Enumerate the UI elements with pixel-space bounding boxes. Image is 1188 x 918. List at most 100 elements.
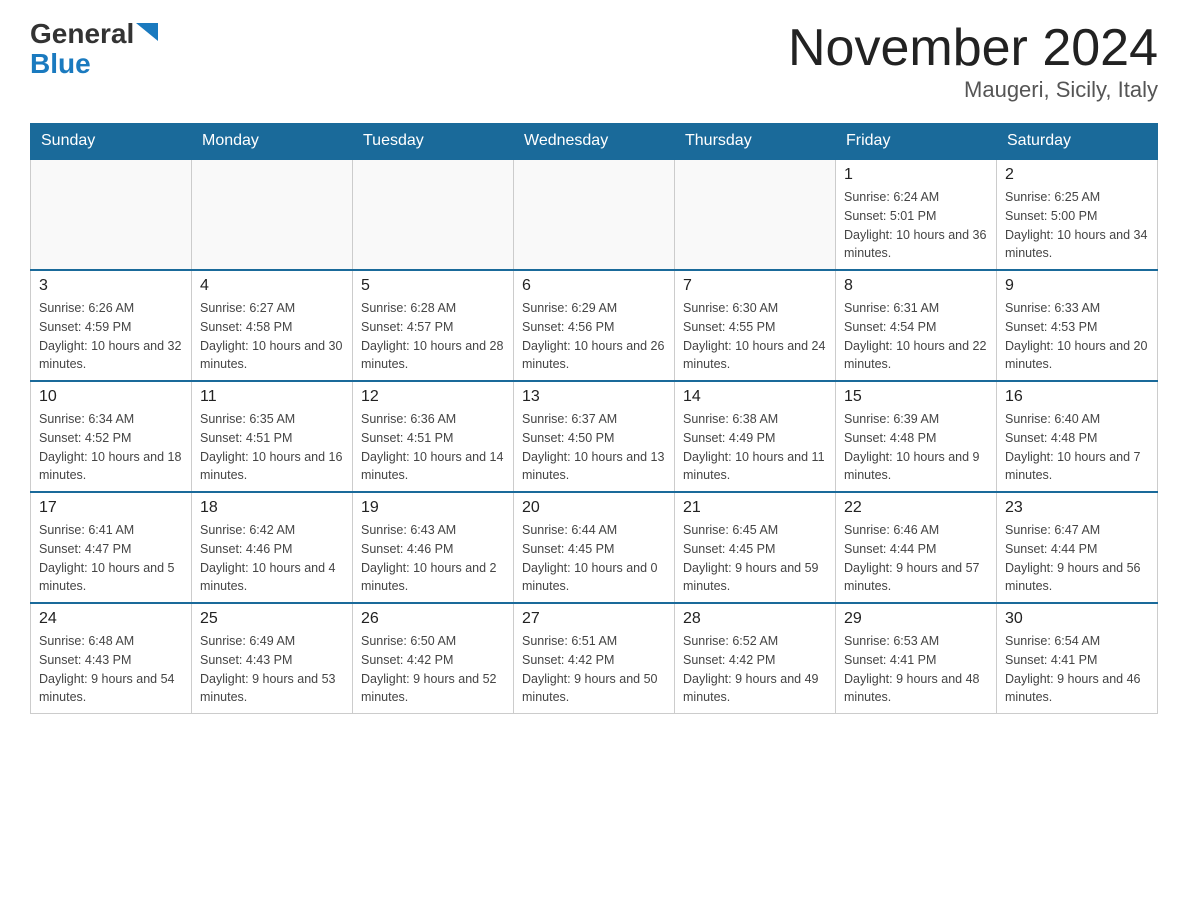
calendar-cell — [675, 159, 836, 270]
day-number: 17 — [39, 499, 183, 517]
calendar-cell: 21 Sunrise: 6:45 AM Sunset: 4:45 PM Dayli… — [675, 492, 836, 603]
calendar-cell: 18 Sunrise: 6:42 AM Sunset: 4:46 PM Dayli… — [192, 492, 353, 603]
day-info: Sunrise: 6:54 AM Sunset: 4:41 PM Dayligh… — [1005, 632, 1149, 707]
calendar-cell: 8 Sunrise: 6:31 AM Sunset: 4:54 PM Daylig… — [836, 270, 997, 381]
day-number: 9 — [1005, 277, 1149, 295]
calendar-cell: 20Sunrise: 6:44 AM Sunset: 4:45 PM Dayli… — [514, 492, 675, 603]
calendar-cell: 10Sunrise: 6:34 AM Sunset: 4:52 PM Dayli… — [31, 381, 192, 492]
day-number: 16 — [1005, 388, 1149, 406]
week-row-4: 17 Sunrise: 6:41 AM Sunset: 4:47 PM Dayli… — [31, 492, 1158, 603]
calendar-cell: 13 Sunrise: 6:37 AM Sunset: 4:50 PM Dayli… — [514, 381, 675, 492]
day-info: Sunrise: 6:40 AM Sunset: 4:48 PM Dayligh… — [1005, 410, 1149, 485]
day-info: Sunrise: 6:25 AM Sunset: 5:00 PM Dayligh… — [1005, 188, 1149, 263]
day-info: Sunrise: 6:31 AM Sunset: 4:54 PM Dayligh… — [844, 299, 988, 374]
day-info: Sunrise: 6:28 AM Sunset: 4:57 PM Dayligh… — [361, 299, 505, 374]
calendar-cell: 1 Sunrise: 6:24 AM Sunset: 5:01 PM Daylig… — [836, 159, 997, 270]
calendar-cell — [514, 159, 675, 270]
calendar-cell: 4 Sunrise: 6:27 AM Sunset: 4:58 PM Daylig… — [192, 270, 353, 381]
calendar-cell: 14 Sunrise: 6:38 AM Sunset: 4:49 PM Dayli… — [675, 381, 836, 492]
day-number: 12 — [361, 388, 505, 406]
calendar-cell: 27Sunrise: 6:51 AM Sunset: 4:42 PM Dayli… — [514, 603, 675, 714]
calendar-cell: 7Sunrise: 6:30 AM Sunset: 4:55 PM Daylig… — [675, 270, 836, 381]
day-info: Sunrise: 6:49 AM Sunset: 4:43 PM Dayligh… — [200, 632, 344, 707]
day-info: Sunrise: 6:41 AM Sunset: 4:47 PM Dayligh… — [39, 521, 183, 596]
day-info: Sunrise: 6:37 AM Sunset: 4:50 PM Dayligh… — [522, 410, 666, 485]
day-number: 25 — [200, 610, 344, 628]
calendar-cell — [192, 159, 353, 270]
week-row-5: 24 Sunrise: 6:48 AM Sunset: 4:43 PM Dayli… — [31, 603, 1158, 714]
title-block: November 2024 Maugeri, Sicily, Italy — [788, 20, 1158, 103]
header-cell-friday: Friday — [836, 124, 997, 160]
day-number: 22 — [844, 499, 988, 517]
header-cell-monday: Monday — [192, 124, 353, 160]
calendar-cell: 19Sunrise: 6:43 AM Sunset: 4:46 PM Dayli… — [353, 492, 514, 603]
day-info: Sunrise: 6:29 AM Sunset: 4:56 PM Dayligh… — [522, 299, 666, 374]
calendar-cell: 5 Sunrise: 6:28 AM Sunset: 4:57 PM Daylig… — [353, 270, 514, 381]
calendar-cell: 6 Sunrise: 6:29 AM Sunset: 4:56 PM Daylig… — [514, 270, 675, 381]
calendar-title: November 2024 — [788, 20, 1158, 77]
calendar-cell: 17 Sunrise: 6:41 AM Sunset: 4:47 PM Dayli… — [31, 492, 192, 603]
week-row-2: 3Sunrise: 6:26 AM Sunset: 4:59 PM Daylig… — [31, 270, 1158, 381]
calendar-cell: 28Sunrise: 6:52 AM Sunset: 4:42 PM Dayli… — [675, 603, 836, 714]
day-number: 21 — [683, 499, 827, 517]
day-number: 6 — [522, 277, 666, 295]
day-number: 19 — [361, 499, 505, 517]
calendar-cell: 22 Sunrise: 6:46 AM Sunset: 4:44 PM Dayli… — [836, 492, 997, 603]
calendar-cell: 29 Sunrise: 6:53 AM Sunset: 4:41 PM Dayli… — [836, 603, 997, 714]
day-info: Sunrise: 6:38 AM Sunset: 4:49 PM Dayligh… — [683, 410, 827, 485]
calendar-cell — [353, 159, 514, 270]
day-info: Sunrise: 6:36 AM Sunset: 4:51 PM Dayligh… — [361, 410, 505, 485]
header-cell-thursday: Thursday — [675, 124, 836, 160]
calendar-cell — [31, 159, 192, 270]
calendar-body: 1 Sunrise: 6:24 AM Sunset: 5:01 PM Daylig… — [31, 159, 1158, 714]
calendar-subtitle: Maugeri, Sicily, Italy — [788, 77, 1158, 103]
day-number: 5 — [361, 277, 505, 295]
day-number: 28 — [683, 610, 827, 628]
day-info: Sunrise: 6:30 AM Sunset: 4:55 PM Dayligh… — [683, 299, 827, 374]
day-info: Sunrise: 6:50 AM Sunset: 4:42 PM Dayligh… — [361, 632, 505, 707]
day-number: 1 — [844, 166, 988, 184]
day-info: Sunrise: 6:53 AM Sunset: 4:41 PM Dayligh… — [844, 632, 988, 707]
calendar-header: SundayMondayTuesdayWednesdayThursdayFrid… — [31, 124, 1158, 160]
logo-triangle-icon — [136, 23, 158, 41]
calendar-cell: 16 Sunrise: 6:40 AM Sunset: 4:48 PM Dayli… — [997, 381, 1158, 492]
day-number: 8 — [844, 277, 988, 295]
calendar-table: SundayMondayTuesdayWednesdayThursdayFrid… — [30, 123, 1158, 714]
day-number: 14 — [683, 388, 827, 406]
day-info: Sunrise: 6:44 AM Sunset: 4:45 PM Dayligh… — [522, 521, 666, 596]
day-number: 13 — [522, 388, 666, 406]
day-info: Sunrise: 6:24 AM Sunset: 5:01 PM Dayligh… — [844, 188, 988, 263]
day-number: 30 — [1005, 610, 1149, 628]
day-number: 24 — [39, 610, 183, 628]
logo-blue: Blue — [30, 48, 91, 80]
calendar-cell: 23Sunrise: 6:47 AM Sunset: 4:44 PM Dayli… — [997, 492, 1158, 603]
calendar-cell: 3Sunrise: 6:26 AM Sunset: 4:59 PM Daylig… — [31, 270, 192, 381]
calendar-cell: 9 Sunrise: 6:33 AM Sunset: 4:53 PM Daylig… — [997, 270, 1158, 381]
day-number: 26 — [361, 610, 505, 628]
logo-general: General — [30, 20, 134, 48]
calendar-cell: 26 Sunrise: 6:50 AM Sunset: 4:42 PM Dayli… — [353, 603, 514, 714]
day-number: 10 — [39, 388, 183, 406]
day-info: Sunrise: 6:45 AM Sunset: 4:45 PM Dayligh… — [683, 521, 827, 596]
page-header: General Blue November 2024 Maugeri, Sici… — [30, 20, 1158, 103]
day-info: Sunrise: 6:35 AM Sunset: 4:51 PM Dayligh… — [200, 410, 344, 485]
day-number: 27 — [522, 610, 666, 628]
day-info: Sunrise: 6:46 AM Sunset: 4:44 PM Dayligh… — [844, 521, 988, 596]
calendar-cell: 12 Sunrise: 6:36 AM Sunset: 4:51 PM Dayli… — [353, 381, 514, 492]
day-number: 18 — [200, 499, 344, 517]
header-cell-wednesday: Wednesday — [514, 124, 675, 160]
calendar-cell: 2Sunrise: 6:25 AM Sunset: 5:00 PM Daylig… — [997, 159, 1158, 270]
day-number: 29 — [844, 610, 988, 628]
day-number: 11 — [200, 388, 344, 406]
header-cell-tuesday: Tuesday — [353, 124, 514, 160]
header-cell-saturday: Saturday — [997, 124, 1158, 160]
week-row-1: 1 Sunrise: 6:24 AM Sunset: 5:01 PM Daylig… — [31, 159, 1158, 270]
day-info: Sunrise: 6:42 AM Sunset: 4:46 PM Dayligh… — [200, 521, 344, 596]
calendar-cell: 25 Sunrise: 6:49 AM Sunset: 4:43 PM Dayli… — [192, 603, 353, 714]
day-number: 3 — [39, 277, 183, 295]
day-info: Sunrise: 6:27 AM Sunset: 4:58 PM Dayligh… — [200, 299, 344, 374]
day-info: Sunrise: 6:39 AM Sunset: 4:48 PM Dayligh… — [844, 410, 988, 485]
day-info: Sunrise: 6:48 AM Sunset: 4:43 PM Dayligh… — [39, 632, 183, 707]
day-info: Sunrise: 6:33 AM Sunset: 4:53 PM Dayligh… — [1005, 299, 1149, 374]
day-number: 4 — [200, 277, 344, 295]
